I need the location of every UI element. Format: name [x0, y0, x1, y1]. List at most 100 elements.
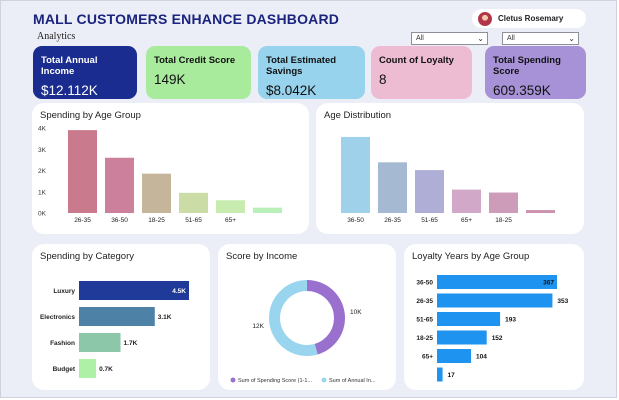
score-by-income-chart: 10K 12K Sum of Spending Score (1-1... Sum o… [230, 280, 376, 384]
bar [68, 130, 97, 213]
kpi-total-estimated-savings: Total Estimated Savings $8.042K [258, 46, 365, 99]
bar [79, 307, 155, 326]
y-tick-label: Electronics [40, 314, 75, 321]
y-tick-label: 65+ [422, 354, 433, 361]
card-spending-by-category: Spending by Category Luxury 4.5K Electroni… [32, 244, 210, 390]
y-tick-label: Fashion [50, 340, 75, 347]
data-label: 193 [505, 317, 516, 324]
user-profile[interactable]: Cletus Rosemary [472, 9, 586, 28]
legend-label: Sum of Spending Score (1-1... [238, 378, 312, 384]
pie-slice [307, 280, 345, 355]
y-tick-label: 0K [38, 211, 47, 218]
bar [437, 330, 487, 345]
bar [253, 207, 282, 213]
slicer-1-value: All [416, 35, 424, 42]
dashboard-canvas: MALL CUSTOMERS ENHANCE DASHBOARD Analyti… [0, 0, 617, 398]
bar [216, 200, 245, 213]
bar [437, 349, 472, 363]
x-tick-label: 18-25 [495, 217, 512, 224]
y-tick-label: 2K [38, 168, 47, 175]
kpi-label: Count of Loyalty [379, 55, 454, 66]
legend-swatch [230, 377, 236, 383]
y-tick-label: Luxury [53, 288, 75, 295]
legend-label: Sum of Annual In... [329, 378, 376, 384]
kpi-label: Total Estimated Savings [266, 55, 337, 77]
x-tick-label: 26-35 [74, 217, 91, 224]
slicer-2-value: All [507, 35, 515, 42]
y-tick-label: 1K [38, 189, 47, 196]
x-tick-label: 26-35 [384, 217, 401, 224]
bar [489, 192, 518, 213]
page-subtitle: Analytics [37, 31, 76, 42]
kpi-value: 609.359K [493, 83, 551, 98]
kpi-total-spending-score: Total Spending Score 609.359K [485, 46, 586, 99]
y-tick-label: 26-35 [416, 298, 433, 305]
kpi-label: Total Spending Score [493, 55, 561, 77]
card-score-by-income: Score by Income 10K 12K Sum of Spending Sc… [218, 244, 396, 390]
user-name: Cletus Rosemary [498, 14, 564, 23]
bar [142, 173, 171, 213]
kpi-value: $8.042K [266, 83, 317, 98]
y-tick-label: 3K [38, 147, 47, 154]
bar [437, 293, 553, 308]
kpi-label: Total Annual Income [41, 55, 98, 77]
data-label: 12K [252, 323, 264, 330]
x-tick-label: 51-65 [185, 217, 202, 224]
bar [341, 136, 370, 213]
age-distribution-chart: 36-50 26-35 51-65 65+ 18-25 [341, 136, 555, 224]
data-label: 367 [543, 280, 554, 287]
card-spending-by-age: Spending by Age Group 0K 1K 2K 3K 4K 26-35 36-… [32, 103, 309, 234]
kpi-label: Total Credit Score [154, 55, 236, 66]
x-tick-label: 51-65 [421, 217, 438, 224]
data-label: 1.7K [124, 340, 138, 347]
data-label: 3.1K [158, 314, 172, 321]
x-tick-label: 65+ [461, 217, 472, 224]
data-label: 353 [557, 298, 568, 305]
x-tick-label: 65+ [225, 217, 236, 224]
y-tick-label: 36-50 [416, 280, 433, 287]
x-tick-label: 36-50 [111, 217, 128, 224]
y-tick-label: 51-65 [416, 317, 433, 324]
page-title: MALL CUSTOMERS ENHANCE DASHBOARD [33, 11, 340, 27]
y-tick-label: Budget [53, 366, 76, 373]
card-age-distribution: Age Distribution 36-50 26-35 51-65 65+ 18-25 [316, 103, 584, 234]
y-tick-label: 4K [38, 126, 47, 133]
bar [79, 333, 121, 352]
bar [452, 189, 481, 213]
data-label: 104 [476, 354, 487, 361]
bar [437, 312, 501, 326]
data-label: 0.7K [99, 366, 113, 373]
kpi-total-credit-score: Total Credit Score 149K [146, 46, 251, 99]
loyalty-by-age-chart: 36-50 367 26-35 353 51-65 193 18-25 152 65+ 104 17 [416, 275, 569, 382]
pie-slice [269, 280, 318, 356]
bar [415, 170, 444, 213]
card-loyalty-by-age: Loyalty Years by Age Group 36-50 367 26-35… [404, 244, 584, 390]
bar [437, 275, 557, 289]
filter-slicer-1[interactable]: All ⌄ [411, 32, 488, 45]
spending-by-category-chart: Luxury 4.5K Electronics 3.1K Fashion 1.7K Budg… [40, 281, 189, 378]
bar [378, 162, 407, 213]
kpi-value: $12.112K [41, 83, 98, 98]
x-tick-label: 36-50 [347, 217, 364, 224]
kpi-value: 8 [379, 72, 387, 87]
y-tick-label: 18-25 [416, 335, 433, 342]
kpi-total-annual-income: Total Annual Income $12.112K [33, 46, 137, 99]
bar [105, 157, 134, 213]
kpi-count-of-loyalty: Count of Loyalty 8 [371, 46, 472, 99]
bar [526, 210, 555, 213]
chevron-down-icon: ⌄ [477, 34, 484, 43]
data-label: 4.5K [172, 288, 186, 295]
data-label: 17 [448, 372, 456, 379]
data-label: 10K [350, 309, 362, 316]
data-label: 152 [492, 335, 503, 342]
filter-slicer-2[interactable]: All ⌄ [502, 32, 579, 45]
avatar [478, 11, 492, 26]
bar [437, 367, 443, 382]
spending-by-age-chart: 0K 1K 2K 3K 4K 26-35 36-50 18-25 51-65 65+ [38, 126, 282, 224]
bar [179, 192, 208, 213]
bar [79, 359, 97, 378]
legend-swatch [321, 377, 327, 383]
chevron-down-icon: ⌄ [568, 34, 575, 43]
kpi-value: 149K [154, 72, 186, 87]
x-tick-label: 18-25 [148, 217, 165, 224]
